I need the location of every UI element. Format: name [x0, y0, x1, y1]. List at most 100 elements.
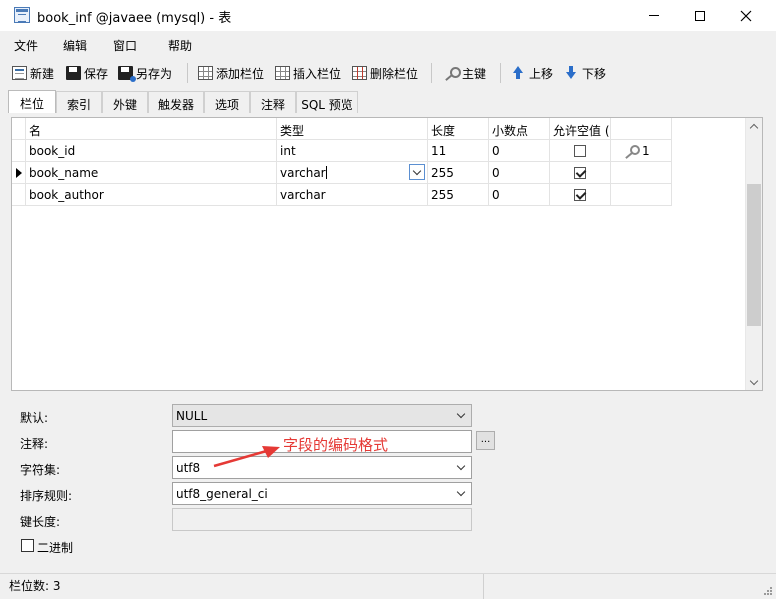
nullable-checkbox[interactable] [574, 189, 586, 201]
insert-column-label: 插入栏位 [293, 66, 342, 81]
annotation-arrow [213, 446, 280, 468]
cell-field-nullable[interactable] [550, 184, 611, 206]
arrow-down-icon [564, 66, 579, 80]
save-as-button[interactable]: 另存为 [118, 64, 172, 82]
header-length[interactable]: 长度 [428, 118, 489, 140]
save-label: 保存 [84, 66, 109, 81]
tab-sql-preview[interactable]: SQL 预览 [296, 91, 358, 113]
cell-field-nullable[interactable] [550, 162, 611, 184]
vertical-scrollbar[interactable] [745, 118, 762, 390]
annotation-text: 字段的编码格式 [283, 436, 389, 454]
move-down-button[interactable]: 下移 [564, 64, 606, 82]
type-value[interactable]: varchar [280, 166, 326, 180]
default-select[interactable]: NULL [172, 404, 472, 427]
cell-field-decimals[interactable]: 0 [489, 162, 550, 184]
cell-field-length[interactable]: 255 [428, 162, 489, 184]
header-key [611, 118, 672, 140]
menu-help[interactable]: 帮助 [168, 37, 192, 54]
row-marker[interactable] [12, 184, 26, 206]
new-table-icon [12, 66, 27, 80]
new-button[interactable]: 新建 [12, 64, 54, 82]
comment-ellipsis-button[interactable]: ... [476, 431, 495, 450]
status-bar: 栏位数: 3 [0, 573, 776, 599]
menu-window[interactable]: 窗口 [113, 37, 137, 54]
row-marker[interactable] [12, 140, 26, 162]
toolbar-separator [500, 63, 501, 83]
delete-column-button[interactable]: 删除栏位 [352, 64, 418, 82]
fields-grid: 名 类型 长度 小数点 允许空值 ( book_id int 11 0 1 bo… [11, 117, 763, 391]
scroll-up-icon[interactable] [746, 118, 762, 134]
text-cursor [325, 166, 327, 179]
move-down-label: 下移 [582, 66, 607, 81]
cell-field-type[interactable]: varchar [277, 184, 428, 206]
nullable-checkbox[interactable] [574, 145, 586, 157]
cell-field-type[interactable]: int [277, 140, 428, 162]
cell-field-length[interactable]: 11 [428, 140, 489, 162]
delete-column-label: 删除栏位 [370, 66, 419, 81]
collation-label: 排序规则: [20, 489, 73, 503]
header-decimals[interactable]: 小数点 [489, 118, 550, 140]
resize-grip-icon[interactable] [763, 586, 773, 596]
cell-primary-key[interactable] [611, 162, 672, 184]
tab-indexes[interactable]: 索引 [56, 91, 102, 113]
primary-key-label: 主键 [462, 66, 487, 81]
collation-select[interactable]: utf8_general_ci [172, 482, 472, 505]
close-button[interactable] [723, 0, 769, 31]
cell-field-name[interactable]: book_id [26, 140, 277, 162]
cell-primary-key[interactable]: 1 [611, 140, 672, 162]
cell-field-name[interactable]: book_author [26, 184, 277, 206]
comment-label: 注释: [20, 437, 49, 451]
tab-options[interactable]: 选项 [204, 91, 250, 113]
cell-field-decimals[interactable]: 0 [489, 184, 550, 206]
column-count: 栏位数: 3 [9, 579, 61, 593]
cell-field-decimals[interactable]: 0 [489, 140, 550, 162]
menu-file[interactable]: 文件 [14, 37, 38, 54]
arrow-up-icon [511, 66, 526, 80]
cell-field-type-editor[interactable]: varchar [277, 162, 428, 184]
move-up-label: 上移 [529, 66, 554, 81]
scroll-down-icon[interactable] [746, 374, 762, 390]
cell-field-name[interactable]: book_name [26, 162, 277, 184]
insert-column-button[interactable]: 插入栏位 [275, 64, 341, 82]
scroll-thumb[interactable] [747, 184, 761, 326]
primary-key-button[interactable]: 主键 [443, 64, 486, 82]
cell-field-nullable[interactable] [550, 140, 611, 162]
tab-fields[interactable]: 栏位 [8, 90, 56, 113]
minimize-icon [649, 15, 659, 16]
menu-bar: 文件 编辑 窗口 帮助 [0, 31, 776, 57]
header-nullable[interactable]: 允许空值 ( [550, 118, 611, 140]
save-as-icon [118, 66, 136, 82]
nullable-checkbox[interactable] [574, 167, 586, 179]
current-row-icon [16, 168, 22, 178]
move-up-button[interactable]: 上移 [511, 64, 553, 82]
new-label: 新建 [30, 66, 55, 81]
add-column-icon [198, 66, 213, 80]
maximize-icon [695, 10, 705, 21]
cell-primary-key[interactable] [611, 184, 672, 206]
tab-foreign-keys[interactable]: 外键 [102, 91, 148, 113]
menu-edit[interactable]: 编辑 [63, 37, 87, 54]
table-icon [14, 7, 30, 23]
minimize-button[interactable] [631, 0, 677, 31]
row-marker[interactable] [12, 162, 26, 184]
cell-field-length[interactable]: 255 [428, 184, 489, 206]
status-separator [483, 574, 484, 599]
primary-key-order: 1 [642, 144, 650, 158]
primary-key-icon [623, 145, 640, 157]
header-name[interactable]: 名 [26, 118, 277, 140]
delete-column-icon [352, 66, 367, 80]
binary-label: 二进制 [37, 541, 74, 555]
charset-label: 字符集: [20, 463, 61, 477]
key-icon [443, 66, 461, 80]
maximize-button[interactable] [677, 0, 723, 31]
insert-column-icon [275, 66, 290, 80]
type-dropdown-button[interactable] [409, 164, 425, 180]
save-as-label: 另存为 [136, 66, 173, 81]
save-button[interactable]: 保存 [66, 64, 108, 82]
tab-triggers[interactable]: 触发器 [148, 91, 204, 113]
binary-checkbox[interactable] [21, 539, 34, 552]
tab-comments[interactable]: 注释 [250, 91, 296, 113]
header-type[interactable]: 类型 [277, 118, 428, 140]
close-icon [740, 10, 752, 21]
add-column-button[interactable]: 添加栏位 [198, 64, 264, 82]
